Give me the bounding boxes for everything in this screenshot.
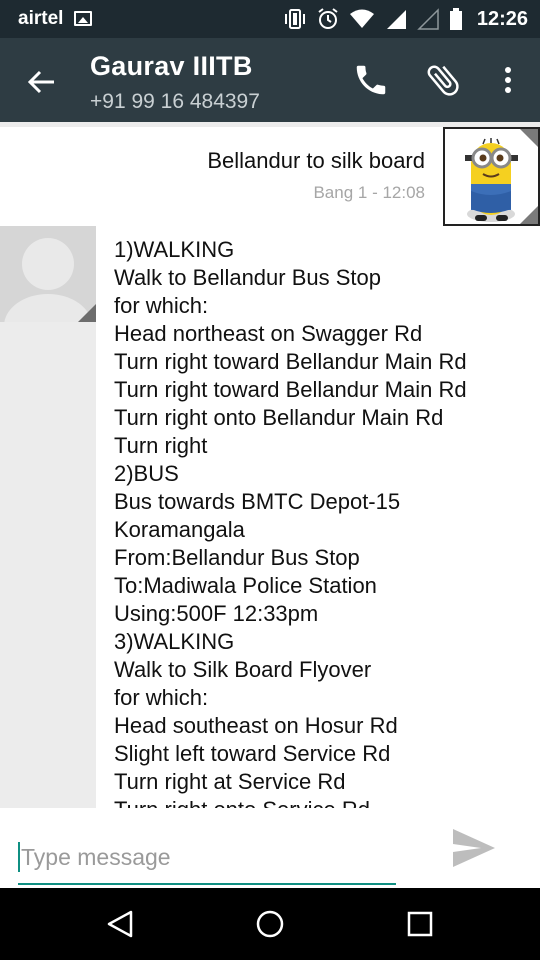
screen: airtel 12:26 Gaurav IIITB +91 99 16 4843… <box>0 0 540 960</box>
message-line: Walk to Silk Board Flyover <box>114 657 372 682</box>
avatar-corner <box>520 129 538 147</box>
message-input-wrap <box>18 832 396 885</box>
phone-icon[interactable] <box>349 58 393 102</box>
message-line: 3)WALKING <box>114 629 235 654</box>
system-nav-bar <box>0 888 540 960</box>
message-line: Slight left toward Service Rd <box>114 741 391 766</box>
contact-phone: +91 99 16 484397 <box>90 90 260 113</box>
message-line: Head southeast on Hosur Rd <box>114 713 398 738</box>
status-time: 12:26 <box>476 7 528 30</box>
vibrate-icon <box>283 8 307 30</box>
minion-avatar[interactable] <box>443 127 540 226</box>
status-bar: airtel 12:26 <box>0 0 540 38</box>
nav-home-icon[interactable] <box>248 902 292 946</box>
alarm-icon <box>317 8 339 30</box>
message-line: Bus towards BMTC Depot-15 <box>114 489 401 514</box>
contact-avatar-placeholder[interactable] <box>0 226 96 322</box>
outgoing-message[interactable]: Bellandur to silk board Bang 1 - 12:08 <box>0 127 443 226</box>
message-line: Koramangala <box>114 517 245 542</box>
message-line: To:Madiwala Police Station <box>114 573 377 598</box>
message-line: for which: <box>114 685 209 710</box>
outgoing-message-text: Bellandur to silk board <box>207 148 425 173</box>
back-arrow-icon[interactable] <box>22 62 62 102</box>
message-line: From:Bellandur Bus Stop <box>114 545 360 570</box>
signal-icon <box>385 8 407 30</box>
message-line: for which: <box>114 293 209 318</box>
image-icon <box>74 11 92 26</box>
nav-back-icon[interactable] <box>98 902 142 946</box>
conversation-header: Gaurav IIITB +91 99 16 484397 <box>0 38 540 122</box>
message-line: Walk to Bellandur Bus Stop <box>114 265 381 290</box>
send-icon[interactable] <box>448 824 500 872</box>
message-line: Turn right onto Bellandur Main Rd <box>114 405 444 430</box>
avatar-corner <box>520 206 538 224</box>
overflow-menu-icon[interactable] <box>486 58 530 102</box>
message-line: Turn right toward Bellandur Main Rd <box>114 377 467 402</box>
signal-empty-icon <box>417 8 439 30</box>
message-line: Turn right at Service Rd <box>114 769 346 794</box>
incoming-message[interactable]: 1)WALKING Walk to Bellandur Bus Stop for w… <box>96 226 540 808</box>
message-line: 2)BUS <box>114 461 179 486</box>
message-line: Turn right toward Bellandur Main Rd <box>114 349 467 374</box>
status-icons: 12:26 <box>283 6 528 32</box>
message-line: Using:500F 12:33pm <box>114 601 319 626</box>
message-input[interactable] <box>21 840 391 874</box>
carrier-label: airtel <box>18 8 64 29</box>
message-list[interactable]: Bellandur to silk board Bang 1 - 12:08 1… <box>0 122 540 808</box>
wifi-icon <box>349 9 375 29</box>
text-cursor <box>18 842 20 872</box>
message-composer <box>0 808 540 888</box>
message-line: Head northeast on Swagger Rd <box>114 321 423 346</box>
message-line: Turn right <box>114 433 208 458</box>
contact-name[interactable]: Gaurav IIITB <box>90 51 253 82</box>
battery-icon <box>449 8 463 30</box>
message-line: Turn right onto Service Rd <box>114 796 467 808</box>
outgoing-message-meta: Bang 1 - 12:08 <box>313 183 425 202</box>
incoming-message-text: 1)WALKING Walk to Bellandur Bus Stop for w… <box>114 236 467 808</box>
nav-recents-icon[interactable] <box>398 902 442 946</box>
message-line: 1)WALKING <box>114 237 235 262</box>
avatar-corner <box>78 304 96 322</box>
attachment-icon[interactable] <box>421 58 465 102</box>
